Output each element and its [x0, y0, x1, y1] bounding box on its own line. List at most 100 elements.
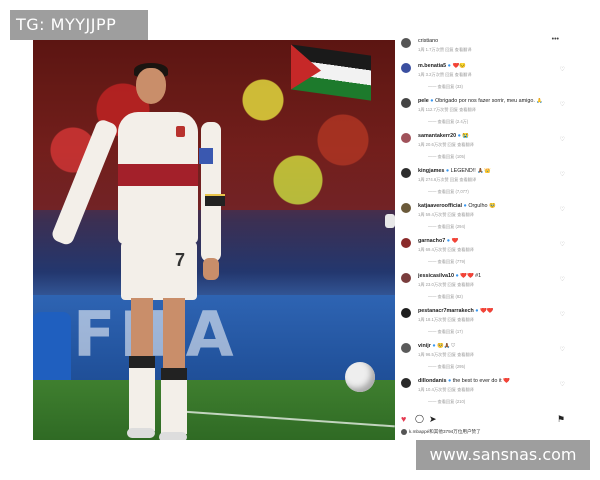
- next-image-button[interactable]: [385, 214, 395, 228]
- comment-meta: 1周 3.2万次赞 回复 查看翻译: [418, 72, 472, 77]
- avatar[interactable]: [401, 133, 411, 143]
- comment-like-icon[interactable]: ♡: [560, 241, 565, 248]
- comment-like-icon[interactable]: ♡: [560, 276, 565, 283]
- list-item: garnacho7 ● ❤️ 1周 69.4万次赞 回复 查看翻译 —— 查看回复 …: [401, 238, 569, 272]
- shorts-number: 7: [175, 250, 186, 270]
- view-replies-link[interactable]: —— 查看回复 (295): [428, 364, 465, 370]
- comment-username[interactable]: katjaaveroofficial: [418, 203, 462, 209]
- comment-like-icon[interactable]: ♡: [560, 311, 565, 318]
- verified-icon: ●: [446, 238, 451, 244]
- comment-text: m.benatia5 ● ❤️😔: [418, 63, 558, 69]
- player-right-boot: [159, 432, 187, 440]
- list-item: samantakerr20 ● 😭 1周 20.6万次赞 回复 查看翻译 —— 查看…: [401, 133, 569, 167]
- view-replies-link[interactable]: —— 查看回复 (105): [428, 154, 465, 160]
- comment-meta: 1周 10.4万次赞 回复 查看翻译: [418, 387, 474, 392]
- comment-username[interactable]: kingjames: [418, 168, 444, 174]
- view-replies-link[interactable]: —— 查看回复 (294): [428, 224, 465, 230]
- comment-like-icon[interactable]: ♡: [560, 101, 565, 108]
- comment-username[interactable]: samantakerr20: [418, 133, 456, 139]
- player-right-arm: [201, 122, 221, 262]
- verified-icon: ●: [432, 343, 436, 349]
- verified-icon: ●: [457, 133, 461, 139]
- comment-meta: 1周 18.1万次赞 回复 查看翻译: [418, 317, 474, 322]
- comment-body: ❤️❤️: [480, 308, 494, 314]
- comment-username[interactable]: pestanacr7marrakech: [418, 308, 474, 314]
- heart-icon[interactable]: ♥: [401, 413, 406, 425]
- verified-icon: ●: [447, 378, 452, 384]
- comment-username[interactable]: cristiano: [418, 38, 558, 44]
- comment-body: the best to ever do it ❤️: [452, 378, 510, 384]
- avatar[interactable]: [401, 378, 411, 388]
- comment-body: ❤️: [451, 238, 459, 244]
- sleeve-badge: [199, 148, 213, 164]
- avatar[interactable]: [401, 38, 411, 48]
- comment-body: 🥺🙏🏾♡: [437, 343, 456, 349]
- avatar[interactable]: [401, 98, 411, 108]
- captain-armband: [205, 194, 225, 206]
- jersey-stripe: [118, 164, 198, 186]
- view-replies-link[interactable]: —— 查看回复 (7,077): [428, 189, 469, 195]
- comment-text: garnacho7 ● ❤️: [418, 238, 558, 244]
- view-replies-link[interactable]: —— 查看回复 (17): [428, 329, 463, 335]
- player-right-sock: [161, 368, 187, 434]
- comment-like-icon[interactable]: ♡: [560, 66, 565, 73]
- verified-icon: ●: [447, 63, 451, 69]
- comment-text: samantakerr20 ● 😭: [418, 133, 558, 139]
- comment-text: pestanacr7marrakech ● ❤️❤️: [418, 308, 558, 314]
- view-replies-link[interactable]: —— 查看回复 (82): [428, 294, 463, 300]
- list-item: dillondanis ● the best to ever do it ❤️ 1…: [401, 378, 569, 412]
- comment-like-icon[interactable]: ♡: [560, 381, 565, 388]
- player-figure: 7: [50, 60, 253, 440]
- list-item: kingjames ● LEGEND!! 🙏🏾👑 1周 274.6万次赞 回复 查…: [401, 168, 569, 202]
- comment-username[interactable]: jessicasilva10: [418, 273, 454, 279]
- comment-username[interactable]: dillondanis: [418, 378, 446, 384]
- comment-username[interactable]: garnacho7: [418, 238, 445, 244]
- view-replies-link[interactable]: —— 查看回复 (33): [428, 84, 463, 90]
- avatar[interactable]: [401, 203, 411, 213]
- comment-text: vinijr ● 🥺🙏🏾♡: [418, 343, 558, 349]
- list-item: vinijr ● 🥺🙏🏾♡ 1周 96.5万次赞 回复 查看翻译 —— 查看回复 (…: [401, 343, 569, 377]
- bookmark-icon[interactable]: ⚑: [557, 413, 565, 425]
- comment-meta: 1周 274.6万次赞 回复 查看翻译: [418, 177, 477, 182]
- avatar[interactable]: [401, 273, 411, 283]
- player-right-leg: [163, 298, 185, 376]
- comment-text: pele ● Obrigado por nos fazer sorrir, me…: [418, 98, 558, 104]
- comment-username[interactable]: vinijr: [418, 343, 431, 349]
- comment-like-icon[interactable]: ♡: [560, 346, 565, 353]
- comment-like-icon[interactable]: ♡: [560, 171, 565, 178]
- list-item: pestanacr7marrakech ● ❤️❤️ 1周 18.1万次赞 回复 …: [401, 308, 569, 342]
- comment-text: kingjames ● LEGEND!! 🙏🏾👑: [418, 168, 558, 174]
- comment-body: ❤️😔: [452, 63, 466, 69]
- comment-like-icon[interactable]: ♡: [560, 136, 565, 143]
- more-options-icon[interactable]: •••: [552, 36, 559, 43]
- player-right-hand: [203, 258, 219, 280]
- list-item: pele ● Obrigado por nos fazer sorrir, me…: [401, 98, 569, 132]
- comment-text: dillondanis ● the best to ever do it ❤️: [418, 378, 558, 384]
- comment-meta: 1周 1.7万次赞 回复 查看翻译: [418, 47, 472, 52]
- avatar[interactable]: [401, 343, 411, 353]
- likes-text[interactable]: k.mbappé和其他3794万位用户赞了: [409, 429, 481, 434]
- comment-username[interactable]: m.benatia5: [418, 63, 446, 69]
- view-replies-link[interactable]: —— 查看回复 (2.4万): [428, 119, 468, 125]
- player-left-sock: [129, 356, 155, 431]
- view-replies-link[interactable]: —— 查看回复 (779): [428, 259, 465, 265]
- share-icon[interactable]: ➤: [429, 413, 437, 425]
- comment-text: katjaaveroofficial ● Orgulho 🥹: [418, 203, 558, 209]
- avatar[interactable]: [401, 168, 411, 178]
- comment-body: 😭: [462, 133, 470, 139]
- comment-icon[interactable]: ◯: [415, 413, 424, 425]
- watermark-top-left: TG: MYYJJPP: [10, 10, 148, 40]
- watermark-bottom-right: www.sansnas.com: [416, 440, 590, 470]
- likes-summary: k.mbappé和其他3794万位用户赞了: [401, 429, 481, 435]
- avatar[interactable]: [401, 238, 411, 248]
- avatar: [401, 429, 407, 435]
- list-item: katjaaveroofficial ● Orgulho 🥹 1周 59.4万次赞…: [401, 203, 569, 237]
- action-bar: ♥ ◯ ➤ ⚑: [395, 413, 575, 427]
- view-replies-link[interactable]: —— 查看回复 (210): [428, 399, 465, 405]
- comment-like-icon[interactable]: ♡: [560, 206, 565, 213]
- avatar[interactable]: [401, 308, 411, 318]
- list-item: jessicasilva10 ● ❤️❤️ #1 1周 23.0万次赞 回复 查看…: [401, 273, 569, 307]
- comment-username[interactable]: pele: [418, 98, 429, 104]
- avatar[interactable]: [401, 63, 411, 73]
- verified-icon: ●: [430, 98, 434, 104]
